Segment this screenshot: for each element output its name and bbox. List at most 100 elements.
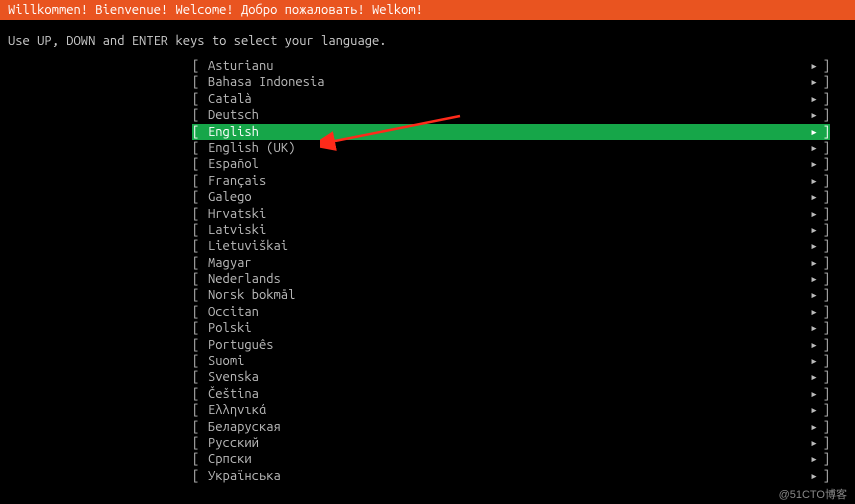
header-bar: Willkommen! Bienvenue! Welcome! Добро по…: [0, 0, 855, 20]
language-label: Polski: [208, 320, 800, 336]
language-item[interactable]: [ Polski▸]: [192, 320, 830, 336]
language-label: English (UK): [208, 140, 800, 156]
language-item[interactable]: [ Nederlands▸]: [192, 271, 830, 287]
right-bracket: ]: [818, 91, 830, 107]
chevron-right-icon: ▸: [800, 419, 818, 435]
language-label: Svenska: [208, 369, 800, 385]
language-label: Español: [208, 156, 800, 172]
left-bracket: [: [192, 320, 208, 336]
language-item[interactable]: [ Español▸]: [192, 156, 830, 172]
left-bracket: [: [192, 74, 208, 90]
left-bracket: [: [192, 451, 208, 467]
left-bracket: [: [192, 402, 208, 418]
language-item[interactable]: [ Suomi▸]: [192, 353, 830, 369]
language-label: Српски: [208, 451, 800, 467]
language-label: Asturianu: [208, 58, 800, 74]
left-bracket: [: [192, 435, 208, 451]
language-item[interactable]: [ Hrvatski▸]: [192, 206, 830, 222]
left-bracket: [: [192, 271, 208, 287]
language-item[interactable]: [ Ελληνικά▸]: [192, 402, 830, 418]
chevron-right-icon: ▸: [800, 91, 818, 107]
language-label: Lietuviškai: [208, 238, 800, 254]
left-bracket: [: [192, 206, 208, 222]
language-item[interactable]: [ Lietuviškai▸]: [192, 238, 830, 254]
language-item[interactable]: [ English▸]: [192, 124, 830, 140]
chevron-right-icon: ▸: [800, 468, 818, 484]
right-bracket: ]: [818, 337, 830, 353]
language-label: Hrvatski: [208, 206, 800, 222]
left-bracket: [: [192, 287, 208, 303]
right-bracket: ]: [818, 468, 830, 484]
language-label: Galego: [208, 189, 800, 205]
language-list[interactable]: [ Asturianu▸][ Bahasa Indonesia▸][ Catal…: [0, 58, 855, 484]
language-item[interactable]: [ Čeština▸]: [192, 386, 830, 402]
language-item[interactable]: [ Српски▸]: [192, 451, 830, 467]
language-item[interactable]: [ Magyar▸]: [192, 255, 830, 271]
language-item[interactable]: [ Українська▸]: [192, 468, 830, 484]
left-bracket: [: [192, 419, 208, 435]
language-item[interactable]: [ Asturianu▸]: [192, 58, 830, 74]
language-item[interactable]: [ Català▸]: [192, 91, 830, 107]
language-label: English: [208, 124, 800, 140]
language-label: Nederlands: [208, 271, 800, 287]
chevron-right-icon: ▸: [800, 238, 818, 254]
language-item[interactable]: [ Occitan▸]: [192, 304, 830, 320]
right-bracket: ]: [818, 107, 830, 123]
language-label: Français: [208, 173, 800, 189]
left-bracket: [: [192, 58, 208, 74]
language-item[interactable]: [ Português▸]: [192, 337, 830, 353]
right-bracket: ]: [818, 189, 830, 205]
left-bracket: [: [192, 189, 208, 205]
language-label: Українська: [208, 468, 800, 484]
language-label: Suomi: [208, 353, 800, 369]
language-label: Čeština: [208, 386, 800, 402]
chevron-right-icon: ▸: [800, 386, 818, 402]
language-item[interactable]: [ Français▸]: [192, 173, 830, 189]
chevron-right-icon: ▸: [800, 271, 818, 287]
chevron-right-icon: ▸: [800, 255, 818, 271]
left-bracket: [: [192, 238, 208, 254]
right-bracket: ]: [818, 173, 830, 189]
chevron-right-icon: ▸: [800, 369, 818, 385]
language-item[interactable]: [ Svenska▸]: [192, 369, 830, 385]
chevron-right-icon: ▸: [800, 353, 818, 369]
right-bracket: ]: [818, 304, 830, 320]
chevron-right-icon: ▸: [800, 402, 818, 418]
chevron-right-icon: ▸: [800, 320, 818, 336]
left-bracket: [: [192, 173, 208, 189]
right-bracket: ]: [818, 222, 830, 238]
watermark: @51CTO博客: [779, 486, 847, 502]
right-bracket: ]: [818, 74, 830, 90]
language-item[interactable]: [ Galego▸]: [192, 189, 830, 205]
language-label: Català: [208, 91, 800, 107]
right-bracket: ]: [818, 320, 830, 336]
header-title: Willkommen! Bienvenue! Welcome! Добро по…: [8, 3, 423, 17]
chevron-right-icon: ▸: [800, 74, 818, 90]
right-bracket: ]: [818, 58, 830, 74]
language-label: Ελληνικά: [208, 402, 800, 418]
language-item[interactable]: [ Latviski▸]: [192, 222, 830, 238]
language-label: Norsk bokmål: [208, 287, 800, 303]
language-item[interactable]: [ Русский▸]: [192, 435, 830, 451]
chevron-right-icon: ▸: [800, 140, 818, 156]
right-bracket: ]: [818, 435, 830, 451]
language-label: Bahasa Indonesia: [208, 74, 800, 90]
language-item[interactable]: [ Deutsch▸]: [192, 107, 830, 123]
language-item[interactable]: [ English (UK)▸]: [192, 140, 830, 156]
chevron-right-icon: ▸: [800, 206, 818, 222]
left-bracket: [: [192, 304, 208, 320]
left-bracket: [: [192, 468, 208, 484]
right-bracket: ]: [818, 386, 830, 402]
language-label: Беларуская: [208, 419, 800, 435]
right-bracket: ]: [818, 402, 830, 418]
right-bracket: ]: [818, 124, 830, 140]
chevron-right-icon: ▸: [800, 156, 818, 172]
instruction-text: Use UP, DOWN and ENTER keys to select yo…: [0, 20, 855, 58]
language-item[interactable]: [ Bahasa Indonesia▸]: [192, 74, 830, 90]
chevron-right-icon: ▸: [800, 435, 818, 451]
language-label: Magyar: [208, 255, 800, 271]
language-item[interactable]: [ Norsk bokmål▸]: [192, 287, 830, 303]
chevron-right-icon: ▸: [800, 107, 818, 123]
left-bracket: [: [192, 91, 208, 107]
language-item[interactable]: [ Беларуская▸]: [192, 419, 830, 435]
